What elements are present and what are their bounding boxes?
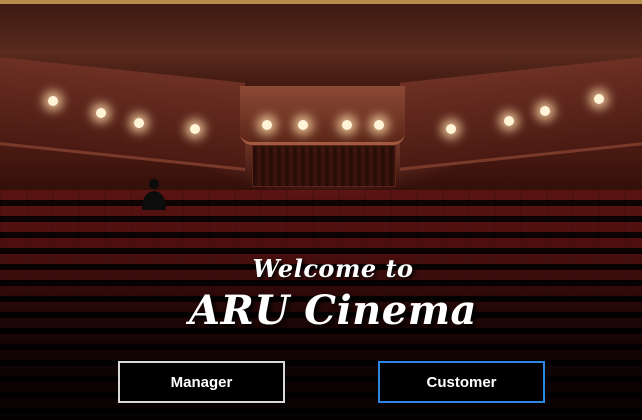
manager-button[interactable]: Manager (118, 361, 285, 403)
welcome-title: Welcome to (252, 254, 414, 283)
person-silhouette-icon (142, 179, 166, 210)
login-window: Welcome to ARU Cinema Manager Customer (0, 0, 642, 420)
wall-lamp-icon (594, 94, 604, 104)
customer-button-label: Customer (426, 373, 497, 391)
wall-lamp-icon (298, 120, 308, 130)
wall-lamp-icon (262, 120, 272, 130)
balcony-center (240, 86, 405, 145)
stage (252, 145, 396, 187)
ceiling-trim (0, 0, 642, 4)
wall-lamp-icon (190, 124, 200, 134)
wall-lamp-icon (446, 124, 456, 134)
wall-lamp-icon (374, 120, 384, 130)
wall-lamp-icon (48, 96, 58, 106)
wall-lamp-icon (134, 118, 144, 128)
customer-button[interactable]: Customer (378, 361, 545, 403)
wall-lamp-icon (504, 116, 514, 126)
wall-lamp-icon (342, 120, 352, 130)
manager-button-label: Manager (170, 373, 233, 391)
wall-lamp-icon (96, 108, 106, 118)
cinema-name-title: ARU Cinema (189, 287, 477, 334)
wall-lamp-icon (540, 106, 550, 116)
